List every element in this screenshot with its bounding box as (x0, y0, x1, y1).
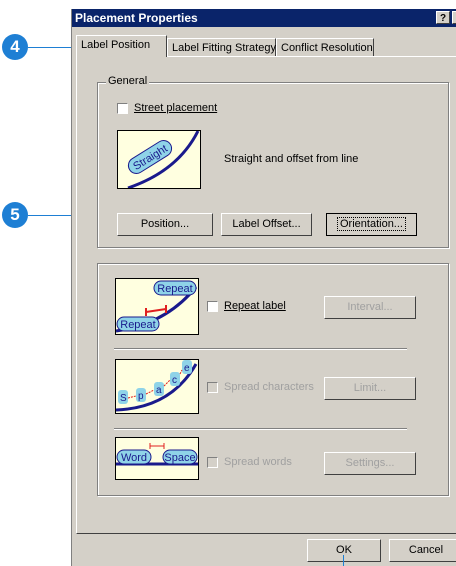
repeat-label-checkbox[interactable] (207, 301, 218, 312)
repeat-preview-graphic: Repeat Repeat (116, 280, 198, 333)
options-separator-1 (114, 348, 407, 350)
placement-description: Straight and offset from line (224, 153, 359, 165)
spread-words-label[interactable]: Spread words (224, 456, 292, 468)
settings-button[interactable]: Settings... (324, 452, 416, 475)
spread-char-5: e (184, 363, 190, 374)
options-separator-2 (114, 428, 407, 430)
interval-button[interactable]: Interval... (324, 296, 416, 319)
repeat-preview-bottom-text: Repeat (120, 319, 155, 331)
tab-conflict-resolution-label: Conflict Resolution (281, 42, 373, 54)
spread-words-preview-word: Word (121, 452, 147, 464)
general-group: General Street placement Straight Straig… (97, 75, 449, 248)
spread-words-preview-space: Space (164, 452, 195, 464)
straight-preview: Straight (117, 130, 201, 189)
repeat-preview-top-text: Repeat (157, 283, 192, 295)
tab-label-position[interactable]: Label Position (76, 35, 167, 57)
help-button[interactable]: ? (436, 11, 450, 24)
tab-label-fitting-strategy[interactable]: Label Fitting Strategy (167, 38, 276, 56)
ok-callout-leader (343, 555, 344, 566)
spread-words-preview: Word Space (115, 437, 199, 480)
title-bar: Placement Properties ? × (72, 9, 456, 27)
spread-characters-label[interactable]: Spread characters (224, 381, 314, 393)
spread-words-preview-graphic: Word Space (116, 443, 198, 466)
spread-characters-preview-graphic: S p a c e (116, 360, 198, 412)
position-button[interactable]: Position... (117, 213, 213, 236)
spread-char-2: p (138, 391, 144, 402)
spread-words-checkbox[interactable] (207, 457, 218, 468)
spread-characters-checkbox[interactable] (207, 382, 218, 393)
placement-options-group: Repeat Repeat Repeat label Interval... S… (97, 263, 449, 496)
callout-4: 4 (2, 34, 28, 60)
spread-char-1: S (120, 393, 127, 404)
street-placement-checkbox[interactable] (117, 103, 128, 114)
callout-5: 5 (2, 202, 28, 228)
cancel-button[interactable]: Cancel (389, 539, 456, 562)
repeat-label-text[interactable]: Repeat label (224, 300, 286, 312)
street-placement-label[interactable]: Street placement (134, 102, 217, 114)
window-title: Placement Properties (75, 11, 198, 25)
close-button[interactable]: × (452, 11, 456, 24)
spread-char-4: c (172, 375, 177, 386)
orientation-button[interactable]: Orientation... (326, 213, 417, 236)
general-group-label: General (106, 75, 150, 87)
tab-conflict-resolution[interactable]: Conflict Resolution (276, 38, 374, 56)
repeat-preview: Repeat Repeat (115, 278, 199, 335)
tab-label-fitting-strategy-label: Label Fitting Strategy (172, 42, 276, 54)
placement-properties-dialog: Placement Properties ? × Label Position … (71, 9, 456, 566)
ok-button[interactable]: OK (307, 539, 381, 562)
tab-label-position-label: Label Position (81, 39, 151, 51)
label-offset-button[interactable]: Label Offset... (221, 213, 312, 236)
spread-char-3: a (156, 385, 162, 396)
tab-panel: General Street placement Straight Straig… (76, 56, 456, 534)
limit-button[interactable]: Limit... (324, 377, 416, 400)
straight-preview-graphic: Straight (127, 131, 200, 188)
spread-characters-preview: S p a c e (115, 359, 199, 414)
